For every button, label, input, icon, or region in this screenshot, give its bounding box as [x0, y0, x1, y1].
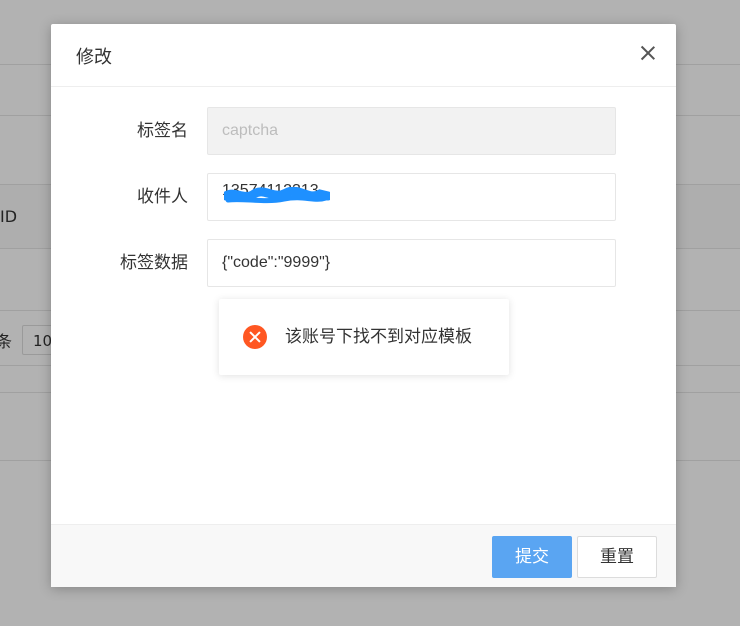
error-toast: 该账号下找不到对应模板 — [219, 299, 509, 375]
dialog-footer: 提交 重置 — [51, 524, 676, 587]
form-row-recipient: 收件人 13574112313 — [51, 173, 676, 221]
recipient-input[interactable]: 13574112313 — [207, 173, 616, 221]
close-icon[interactable] — [640, 45, 656, 61]
tag-name-label: 标签名 — [137, 121, 188, 141]
redaction-scribble — [224, 187, 330, 204]
form-row-tag-name: 标签名 captcha — [51, 107, 676, 155]
tag-name-input: captcha — [207, 107, 616, 155]
error-message: 该账号下找不到对应模板 — [285, 327, 472, 347]
submit-button[interactable]: 提交 — [492, 536, 572, 578]
dialog-title: 修改 — [76, 47, 112, 68]
error-circle-icon — [243, 325, 267, 349]
tag-data-label: 标签数据 — [120, 253, 188, 273]
dialog-header: 修改 — [51, 24, 676, 87]
reset-button[interactable]: 重置 — [577, 536, 657, 578]
edit-dialog: 修改 标签名 captcha 收件人 13574112313 标签数据 {"co… — [51, 24, 676, 587]
recipient-label: 收件人 — [137, 187, 188, 207]
tag-data-input[interactable]: {"code":"9999"} — [207, 239, 616, 287]
form-row-tag-data: 标签数据 {"code":"9999"} — [51, 239, 676, 287]
